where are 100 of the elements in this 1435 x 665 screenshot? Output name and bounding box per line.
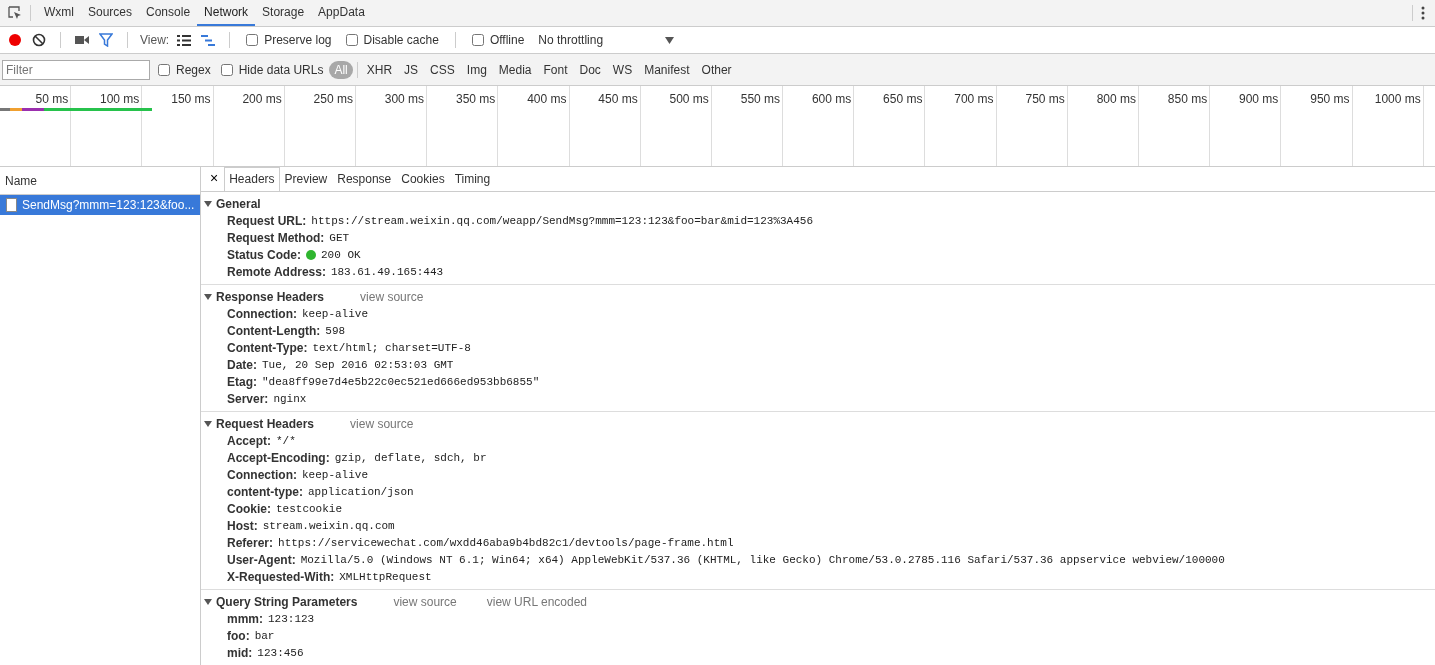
expand-arrow-icon[interactable] bbox=[204, 199, 212, 208]
header-name: Accept: bbox=[227, 433, 271, 448]
panel-tab[interactable]: Console bbox=[139, 0, 198, 26]
checkbox-label: Preserve log bbox=[264, 33, 332, 47]
time-tick-label: 1000 ms bbox=[1374, 92, 1421, 106]
checkbox[interactable] bbox=[345, 34, 358, 46]
view-link[interactable]: view URL encoded bbox=[486, 594, 588, 609]
type-filter[interactable]: XHR bbox=[361, 60, 398, 79]
video-camera-icon[interactable] bbox=[73, 33, 91, 47]
section-title: General bbox=[216, 196, 261, 211]
header-name: Content-Type: bbox=[227, 340, 308, 355]
header-name: Request Method: bbox=[227, 230, 325, 245]
header-name: Remote Address: bbox=[227, 264, 326, 279]
checkbox[interactable] bbox=[158, 63, 170, 76]
time-tick-label: 650 ms bbox=[883, 92, 923, 106]
clear-icon[interactable] bbox=[30, 31, 48, 49]
header-name: Referer: bbox=[227, 535, 274, 550]
request-row[interactable]: SendMsg?mmm=123:123&foo... bbox=[0, 195, 200, 215]
type-filter[interactable]: Manifest bbox=[639, 60, 695, 79]
view-link[interactable]: view source bbox=[350, 416, 414, 431]
type-filter[interactable]: Media bbox=[493, 60, 537, 79]
expand-arrow-icon[interactable] bbox=[204, 419, 212, 428]
filter-icon[interactable] bbox=[97, 31, 115, 49]
checkbox[interactable] bbox=[471, 34, 484, 46]
header-name: content-type: bbox=[227, 484, 303, 499]
header-value: nginx bbox=[273, 392, 307, 405]
header-name: Cookie: bbox=[227, 501, 271, 516]
more-menu-icon[interactable] bbox=[1419, 4, 1427, 22]
checkbox[interactable] bbox=[220, 63, 233, 76]
checkbox-label: Disable cache bbox=[363, 33, 439, 47]
close-button[interactable]: × bbox=[204, 170, 225, 191]
list-view-icon[interactable] bbox=[175, 32, 194, 48]
time-tick-label: 900 ms bbox=[1239, 92, 1279, 106]
dropdown-caret-icon bbox=[665, 36, 675, 44]
panel-tab[interactable]: Storage bbox=[255, 0, 312, 26]
type-filter[interactable]: CSS bbox=[425, 60, 460, 79]
header-name: X-Requested-With: bbox=[227, 569, 335, 584]
header-value: "dea8ff99e7d4e5b22c0ec521ed666ed953bb6855" bbox=[262, 375, 540, 388]
header-value: gzip, deflate, sdch, br bbox=[334, 451, 487, 464]
header-value: keep-alive bbox=[302, 307, 368, 320]
header-name: mmm: bbox=[227, 611, 263, 626]
header-name: Etag: bbox=[227, 374, 257, 389]
time-tick-label: 450 ms bbox=[598, 92, 638, 106]
type-filter[interactable]: WS bbox=[607, 60, 638, 79]
header-name: Connection: bbox=[227, 306, 297, 321]
column-header: Name bbox=[5, 173, 37, 188]
time-tick-label: 800 ms bbox=[1096, 92, 1136, 106]
section-title: Response Headers bbox=[216, 289, 325, 304]
view-link[interactable]: view source bbox=[393, 594, 457, 609]
checkbox-label: Regex bbox=[176, 62, 211, 77]
header-value: application/json bbox=[308, 485, 414, 498]
time-tick-label: 750 ms bbox=[1025, 92, 1065, 106]
type-filter[interactable]: Other bbox=[696, 60, 737, 79]
panel-tab[interactable]: AppData bbox=[311, 0, 372, 26]
header-name: mid: bbox=[227, 645, 253, 660]
header-value: Tue, 20 Sep 2016 02:53:03 GMT bbox=[262, 358, 454, 371]
time-tick-label: 700 ms bbox=[954, 92, 994, 106]
header-value: 598 bbox=[325, 324, 346, 337]
time-tick-label: 500 ms bbox=[669, 92, 709, 106]
time-tick-label: 400 ms bbox=[527, 92, 567, 106]
type-filter[interactable]: Img bbox=[461, 60, 492, 79]
type-filter[interactable]: JS bbox=[399, 60, 424, 79]
header-name: Request URL: bbox=[227, 213, 307, 228]
type-filter[interactable]: Doc bbox=[574, 60, 606, 79]
time-tick-label: 300 ms bbox=[384, 92, 425, 106]
detail-tab[interactable]: Timing bbox=[449, 167, 496, 191]
header-value: Mozilla/5.0 (Windows NT 6.1; Win64; x64) AppleWebKit/537.36 (KHTML, like Gecko) Chrome/53.0.2785.116 Safari/537.36 appservice webview/100000 bbox=[300, 553, 1225, 566]
detail-tab[interactable]: Headers bbox=[224, 167, 280, 191]
header-value: keep-alive bbox=[302, 468, 368, 481]
time-tick-label: 200 ms bbox=[242, 92, 282, 106]
checkbox[interactable] bbox=[246, 34, 259, 46]
type-filter[interactable]: Font bbox=[538, 60, 573, 79]
time-tick-label: 600 ms bbox=[811, 92, 852, 106]
time-tick-label: 950 ms bbox=[1310, 92, 1350, 106]
detail-tab[interactable]: Preview bbox=[279, 167, 333, 191]
view-label: View: bbox=[140, 33, 170, 47]
checkbox-label: Hide data URLs bbox=[238, 62, 324, 77]
header-value: https://stream.weixin.qq.com/weapp/SendMsg?mmm=123:123&foo=bar&mid=123%3A456 bbox=[311, 214, 814, 227]
time-tick-label: 50 ms bbox=[35, 92, 69, 106]
view-link[interactable]: view source bbox=[360, 289, 424, 304]
header-value: testcookie bbox=[276, 502, 343, 515]
panel-tab[interactable]: Sources bbox=[81, 0, 140, 26]
checkbox-label: Offline bbox=[489, 33, 525, 47]
detail-tab[interactable]: Response bbox=[332, 167, 397, 191]
time-tick-label: 250 ms bbox=[313, 92, 353, 106]
header-value: 183.61.49.165:443 bbox=[330, 265, 444, 278]
header-value: */* bbox=[276, 434, 296, 447]
expand-arrow-icon[interactable] bbox=[204, 292, 212, 301]
record-icon[interactable] bbox=[6, 31, 24, 49]
detail-tab[interactable]: Cookies bbox=[396, 167, 450, 191]
header-name: Accept-Encoding: bbox=[227, 450, 330, 465]
panel-tab[interactable]: Wxml bbox=[37, 0, 81, 26]
time-tick-label: 550 ms bbox=[740, 92, 781, 106]
expand-arrow-icon[interactable] bbox=[204, 597, 212, 606]
header-value: 200 OK bbox=[321, 248, 361, 261]
waterfall-view-icon[interactable] bbox=[199, 32, 218, 48]
filter-field[interactable]: Filter bbox=[2, 59, 150, 80]
header-name: Date: bbox=[227, 357, 257, 372]
time-tick-label: 150 ms bbox=[171, 92, 211, 106]
throttling-dropdown[interactable]: No throttling bbox=[534, 33, 679, 47]
